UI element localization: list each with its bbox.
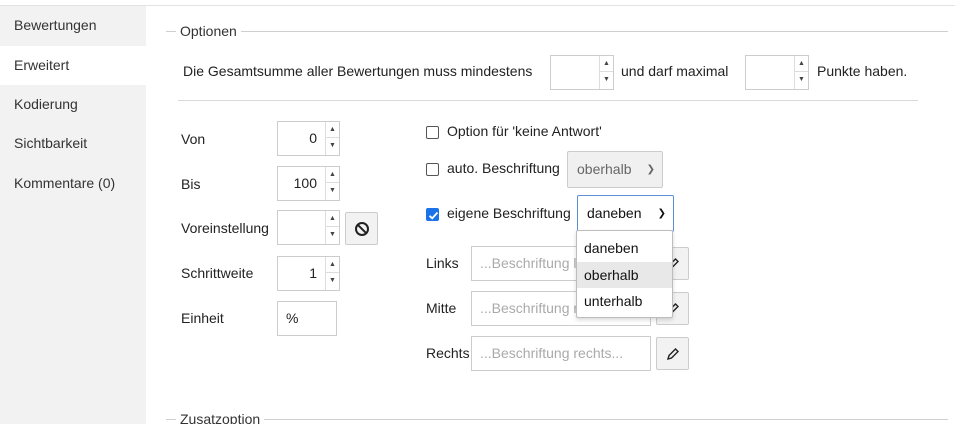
- check-icon: [428, 211, 439, 220]
- options-fieldset-line: [166, 31, 948, 32]
- links-label: Links: [426, 255, 459, 271]
- von-label: Von: [181, 131, 206, 147]
- bis-label: Bis: [181, 176, 201, 192]
- keine-antwort-label: Option für 'keine Antwort': [447, 123, 602, 139]
- chevron-down-icon: ❯: [657, 208, 666, 219]
- eigene-beschriftung-dropdown: daneben oberhalb unterhalb: [576, 230, 673, 318]
- dropdown-option-daneben[interactable]: daneben: [577, 235, 672, 261]
- mitte-label: Mitte: [426, 300, 457, 316]
- rechts-input[interactable]: ...Beschriftung rechts...: [471, 336, 651, 371]
- auto-beschriftung-label: auto. Beschriftung: [447, 160, 560, 176]
- sum-max-stepper[interactable]: ▲ ▼: [745, 55, 809, 90]
- bis-value: 100: [293, 175, 317, 191]
- sidebar: Bewertungen Erweitert Kodierung Sichtbar…: [0, 6, 146, 424]
- sum-text-after: Punkte haben.: [817, 63, 908, 79]
- schrittweite-label: Schrittweite: [181, 265, 254, 281]
- von-value: 0: [309, 130, 317, 146]
- eigene-beschriftung-select-value: daneben: [587, 205, 642, 221]
- eigene-beschriftung-select[interactable]: daneben ❯: [577, 195, 674, 232]
- sum-min-stepper[interactable]: ▲ ▼: [550, 55, 614, 90]
- einheit-input[interactable]: %: [277, 301, 337, 336]
- sum-text-middle: und darf maximal: [621, 63, 729, 79]
- eigene-beschriftung-label: eigene Beschriftung: [447, 205, 571, 221]
- eigene-beschriftung-checkbox[interactable]: [426, 208, 439, 221]
- sidebar-item-bewertungen[interactable]: Bewertungen: [0, 6, 146, 45]
- pencil-icon: [666, 348, 679, 361]
- rechts-edit-button[interactable]: [656, 337, 689, 370]
- zusatz-legend: Zusatzoption: [176, 411, 265, 424]
- sum-text-before: Die Gesamtsumme aller Bewertungen muss m…: [183, 63, 533, 79]
- voreinstellung-label: Voreinstellung: [181, 220, 269, 236]
- sidebar-item-erweitert[interactable]: Erweitert: [0, 46, 146, 85]
- dropdown-option-unterhalb[interactable]: unterhalb: [577, 288, 672, 314]
- bis-stepper[interactable]: 100 ▲ ▼: [277, 166, 340, 201]
- schrittweite-stepper[interactable]: 1 ▲ ▼: [277, 256, 340, 291]
- sidebar-item-sichtbarkeit[interactable]: Sichtbarkeit: [0, 124, 146, 163]
- zusatz-fieldset-line: [166, 419, 948, 420]
- bis-up-icon[interactable]: ▲: [326, 167, 339, 183]
- chevron-down-icon: ❯: [646, 164, 655, 175]
- einheit-label: Einheit: [181, 310, 224, 326]
- von-up-icon[interactable]: ▲: [326, 122, 339, 138]
- dropdown-option-oberhalb[interactable]: oberhalb: [577, 262, 672, 288]
- divider: [178, 100, 918, 101]
- voreinstellung-down-icon[interactable]: ▼: [326, 227, 339, 243]
- sum-max-down-icon[interactable]: ▼: [795, 72, 808, 88]
- sum-max-up-icon[interactable]: ▲: [795, 56, 808, 72]
- auto-beschriftung-checkbox[interactable]: [426, 163, 439, 176]
- bis-down-icon[interactable]: ▼: [326, 183, 339, 199]
- schrittweite-value: 1: [309, 265, 317, 281]
- sum-min-down-icon[interactable]: ▼: [600, 72, 613, 88]
- sum-min-up-icon[interactable]: ▲: [600, 56, 613, 72]
- ban-icon: [355, 222, 369, 236]
- schrittweite-up-icon[interactable]: ▲: [326, 257, 339, 273]
- von-stepper[interactable]: 0 ▲ ▼: [277, 121, 340, 156]
- schrittweite-down-icon[interactable]: ▼: [326, 273, 339, 289]
- von-down-icon[interactable]: ▼: [326, 138, 339, 154]
- options-legend: Optionen: [176, 23, 241, 39]
- auto-beschriftung-select-value: oberhalb: [577, 161, 632, 177]
- sidebar-item-kodierung[interactable]: Kodierung: [0, 85, 146, 124]
- keine-antwort-checkbox[interactable]: [426, 126, 439, 139]
- voreinstellung-up-icon[interactable]: ▲: [326, 211, 339, 227]
- rechts-label: Rechts: [426, 345, 470, 361]
- reset-button[interactable]: [345, 212, 378, 245]
- sidebar-item-kommentare[interactable]: Kommentare (0): [0, 164, 146, 203]
- voreinstellung-stepper[interactable]: ▲ ▼: [277, 210, 340, 245]
- auto-beschriftung-select[interactable]: oberhalb ❯: [567, 151, 663, 188]
